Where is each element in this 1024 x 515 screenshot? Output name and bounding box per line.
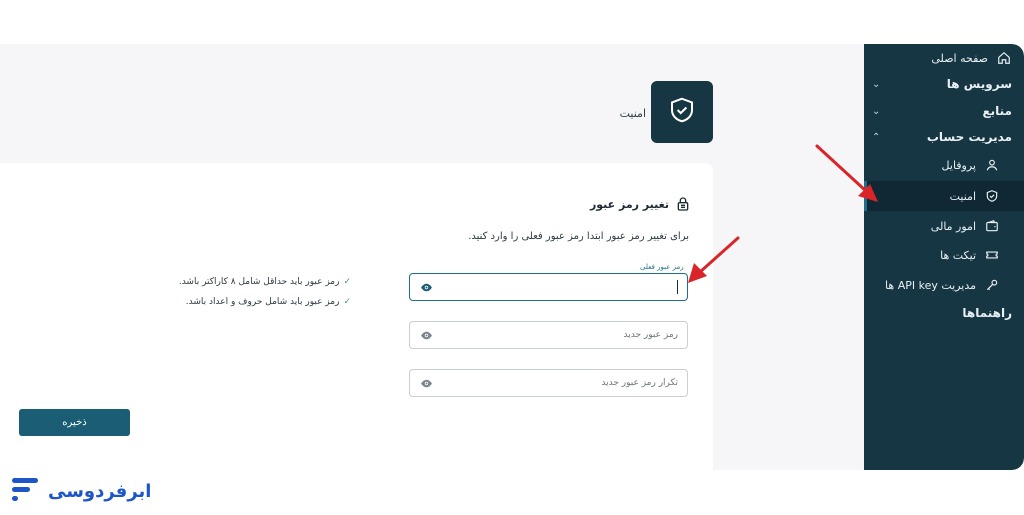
eye-icon[interactable] xyxy=(419,281,434,294)
new-password-field[interactable]: رمز عبور جدید xyxy=(409,321,688,349)
sidebar-item-account[interactable]: مدیریت حساب ⌃ xyxy=(864,123,1024,151)
page-icon-card xyxy=(651,81,713,143)
current-password-field[interactable] xyxy=(409,273,688,301)
brand-mark-icon xyxy=(12,476,38,506)
eye-icon[interactable] xyxy=(419,377,434,390)
sidebar-item-label: مدیریت API key ها xyxy=(885,278,976,292)
sidebar-item-label: سرویس ها xyxy=(946,77,1012,91)
rule-text: رمز عبور باید شامل حروف و اعداد باشد. xyxy=(185,297,340,307)
text-caret xyxy=(677,280,678,294)
sidebar-item-label: صفحه اصلی xyxy=(931,51,988,65)
sidebar-item-label: منابع xyxy=(982,104,1012,118)
eye-icon[interactable] xyxy=(419,329,434,342)
sidebar-item-tickets[interactable]: تیکت ها xyxy=(864,241,1024,269)
sidebar-item-label: امور مالی xyxy=(930,219,976,233)
page-title: امنیت xyxy=(619,107,646,120)
sidebar-item-finance[interactable]: امور مالی xyxy=(864,212,1024,240)
sidebar-item-label: مدیریت حساب xyxy=(926,130,1012,144)
section-title: تغییر رمز عبور xyxy=(590,196,691,212)
confirm-password-placeholder: تکرار رمز عبور جدید xyxy=(601,378,678,388)
password-rule-length: ✓ رمز عبور باید حداقل شامل ۸ کاراکتر باش… xyxy=(179,277,351,287)
lock-icon xyxy=(675,196,691,212)
section-title-text: تغییر رمز عبور xyxy=(589,197,669,211)
sidebar-item-label: راهنماها xyxy=(962,306,1012,320)
rule-text: رمز عبور باید حداقل شامل ۸ کاراکتر باشد. xyxy=(178,277,340,287)
sidebar-item-profile[interactable]: پروفایل xyxy=(864,151,1024,179)
app-window: صفحه اصلی سرویس ها ⌄ منابع ⌄ مدیریت حساب… xyxy=(0,44,1024,470)
sidebar-item-label: امنیت xyxy=(949,189,976,203)
chevron-up-icon: ⌃ xyxy=(872,131,881,143)
chevron-down-icon: ⌄ xyxy=(872,105,881,117)
sidebar-item-api-keys[interactable]: مدیریت API key ها xyxy=(864,271,1024,299)
sidebar-item-label: تیکت ها xyxy=(940,248,976,262)
new-password-placeholder: رمز عبور جدید xyxy=(623,330,678,340)
chevron-down-icon: ⌄ xyxy=(872,78,881,90)
sidebar-item-resources[interactable]: منابع ⌄ xyxy=(864,97,1024,125)
sidebar-item-home[interactable]: صفحه اصلی xyxy=(864,44,1024,72)
shield-check-icon xyxy=(984,188,1000,204)
sidebar-item-label: پروفایل xyxy=(941,158,976,172)
sidebar-item-guides[interactable]: راهنماها xyxy=(864,299,1024,327)
home-icon xyxy=(996,50,1012,66)
brand-name: ابرفردوسی xyxy=(48,480,152,502)
key-icon xyxy=(984,277,1000,293)
shield-check-icon xyxy=(667,95,697,129)
sidebar-item-security[interactable]: امنیت xyxy=(864,181,1024,211)
sidebar-item-services[interactable]: سرویس ها ⌄ xyxy=(864,70,1024,98)
section-description: برای تغییر رمز عبور ابتدا رمز عبور فعلی … xyxy=(468,231,689,242)
brand-logo: ابرفردوسی xyxy=(12,476,151,506)
current-password-label: رمز عبور فعلی xyxy=(640,263,684,271)
confirm-password-field[interactable]: تکرار رمز عبور جدید xyxy=(409,369,688,397)
save-button[interactable]: ذخیره xyxy=(19,409,130,436)
wallet-icon xyxy=(984,218,1000,234)
password-rule-chars: ✓ رمز عبور باید شامل حروف و اعداد باشد. xyxy=(186,297,351,307)
sidebar: صفحه اصلی سرویس ها ⌄ منابع ⌄ مدیریت حساب… xyxy=(864,44,1024,470)
check-icon: ✓ xyxy=(343,297,351,307)
ticket-icon xyxy=(984,247,1000,263)
check-icon: ✓ xyxy=(343,277,351,287)
password-panel: تغییر رمز عبور برای تغییر رمز عبور ابتدا… xyxy=(0,163,713,470)
user-icon xyxy=(984,157,1000,173)
